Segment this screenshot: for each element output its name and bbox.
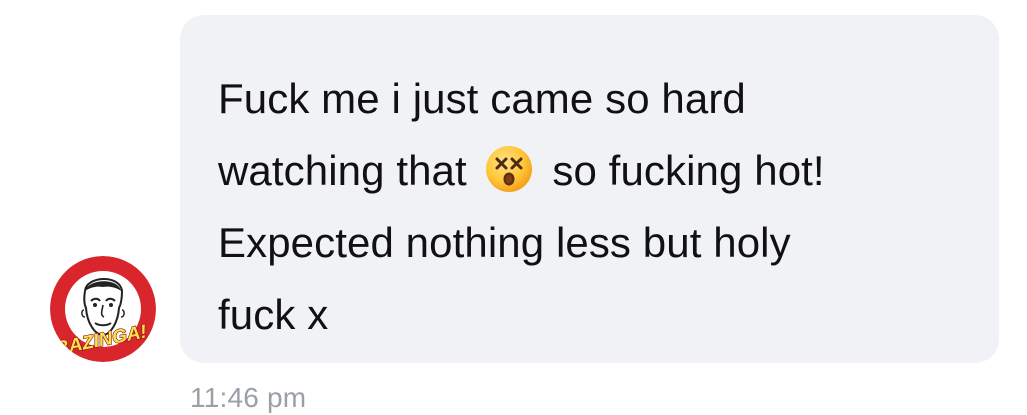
message-bubble[interactable]: Fuck me i just came so hard watching tha… (180, 15, 999, 363)
avatar[interactable]: BAZINGA! (50, 256, 156, 362)
message-timestamp: 11:46 pm (190, 382, 307, 413)
message-line-2-end: so fucking hot! (552, 147, 825, 194)
message-line-2-start: watching that (218, 147, 467, 194)
message-line-1: Fuck me i just came so hard (218, 75, 746, 122)
dizzy-face-emoji (483, 143, 535, 195)
message-line-2: watching that so fucking hot! (218, 135, 963, 207)
message-line-4: fuck x (218, 291, 329, 338)
message-text: Fuck me i just came so hard watching tha… (218, 63, 963, 351)
message-line-3: Expected nothing less but holy (218, 219, 791, 266)
